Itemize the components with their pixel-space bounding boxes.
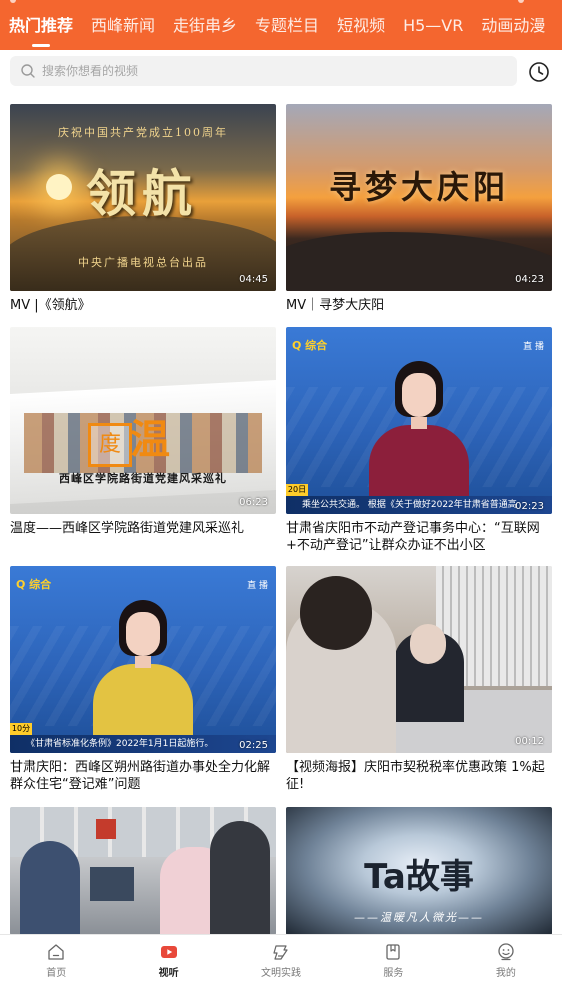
- video-thumbnail[interactable]: 寻梦大庆阳 04:23: [286, 104, 552, 291]
- thumbnail-top-text: 庆祝中国共产党成立100周年: [58, 126, 228, 139]
- nav-label: 文明实践: [261, 968, 302, 979]
- live-label: 直 播: [523, 342, 544, 352]
- thumbnail-stamp-text: 度: [88, 423, 132, 467]
- nav-label: 首页: [46, 968, 67, 979]
- thumbnail-title-text: 温: [130, 416, 170, 463]
- tab-hot[interactable]: 热门推荐: [0, 0, 82, 50]
- thumbnail-title-text: 寻梦大庆阳: [328, 168, 509, 206]
- search-input[interactable]: [42, 64, 482, 78]
- video-title[interactable]: 甘肃庆阳：西峰区朔州路街道办事处全力化解群众住宅“登记难”问题: [10, 759, 276, 795]
- nav-service[interactable]: 服务: [337, 935, 449, 984]
- video-duration: 00:12: [515, 736, 544, 747]
- channel-logo: Q 综合: [16, 578, 52, 591]
- video-card[interactable]: 度 温 西峰区学院路街道党建风采巡礼 06:23 温度——西峰区学院路街道党建风…: [10, 327, 276, 556]
- video-play-icon: [160, 946, 177, 958]
- video-card[interactable]: 寻梦大庆阳 04:23 MV｜寻梦大庆阳: [286, 104, 552, 333]
- monitor-shape: [90, 867, 134, 901]
- tab-special-columns[interactable]: 专题栏目: [246, 0, 328, 50]
- video-title[interactable]: 【视频海报】庆阳市契税税率优惠政策 1%起征!: [286, 759, 552, 795]
- video-title[interactable]: 甘肃省庆阳市不动产登记事务中心：“互联网+不动产登记”让群众办证不出小区: [286, 520, 552, 556]
- red-sign: [96, 819, 116, 839]
- home-icon: [48, 944, 64, 960]
- video-card[interactable]: [10, 807, 276, 935]
- mountain-shape: [286, 232, 552, 291]
- app-screen: 热门推荐 西峰新闻 走街串乡 专题栏目 短视频 H5—VR 动画动漫 搜索你想看…: [0, 0, 562, 984]
- video-thumbnail[interactable]: Ta故事 ——温暖凡人微光——: [286, 807, 552, 935]
- video-card[interactable]: Q 综合 直 播 10分 《甘肃省标准化条例》2022年1月1日起施行。 02:…: [10, 566, 276, 795]
- thumbnail-bottom-text: 中央广播电视总台出品: [78, 256, 208, 269]
- civilization-icon: [273, 945, 288, 960]
- nav-home[interactable]: 首页: [0, 935, 112, 984]
- nav-label: 服务: [383, 968, 404, 979]
- nav-profile[interactable]: 我的: [450, 935, 562, 984]
- tab-h5-vr[interactable]: H5—VR: [394, 0, 472, 50]
- news-ticker: 乘坐公共交通。 根据《关于做好2022年甘肃省普通高: [286, 496, 552, 514]
- top-tab-bar: 热门推荐 西峰新闻 走街串乡 专题栏目 短视频 H5—VR 动画动漫: [0, 0, 562, 50]
- video-thumbnail[interactable]: Q 综合 直 播 20日 乘坐公共交通。 根据《关于做好2022年甘肃省普通高 …: [286, 327, 552, 514]
- man-figure: [210, 821, 270, 935]
- thumbnail-subtitle-text: 西峰区学院路街道党建风采巡礼: [59, 472, 227, 485]
- time-tag: 10分: [10, 723, 32, 735]
- news-anchor: [369, 361, 469, 514]
- news-anchor: [93, 600, 193, 753]
- video-card[interactable]: Ta故事 ——温暖凡人微光——: [286, 807, 552, 935]
- clock-icon[interactable]: [528, 61, 550, 83]
- thumbnail-title-text: 领航: [86, 164, 198, 223]
- search-row: [0, 50, 562, 94]
- video-card[interactable]: Q 综合 直 播 20日 乘坐公共交通。 根据《关于做好2022年甘肃省普通高 …: [286, 327, 552, 556]
- profile-icon: [498, 943, 514, 961]
- live-label: 直 播: [247, 581, 268, 591]
- video-duration: 02:23: [515, 501, 544, 512]
- video-title[interactable]: 温度——西峰区学院路街道党建风采巡礼: [10, 520, 276, 556]
- video-duration: 02:25: [239, 740, 268, 751]
- nav-civilization-practice[interactable]: 文明实践: [225, 935, 337, 984]
- tab-xifeng-news[interactable]: 西峰新闻: [82, 0, 164, 50]
- video-thumbnail[interactable]: 庆祝中国共产党成立100周年 领航 中央广播电视总台出品 04:45: [10, 104, 276, 291]
- video-duration: 06:23: [239, 497, 268, 508]
- officer-head: [410, 624, 446, 664]
- video-thumbnail[interactable]: [10, 807, 276, 935]
- time-tag: 20日: [286, 484, 308, 496]
- video-duration: 04:45: [239, 274, 268, 285]
- anchor-face: [126, 612, 160, 656]
- channel-logo: Q 综合: [292, 339, 328, 352]
- category-tabs: 热门推荐 西峰新闻 走街串乡 专题栏目 短视频 H5—VR 动画动漫: [0, 0, 554, 50]
- tab-short-video[interactable]: 短视频: [328, 0, 394, 50]
- video-thumbnail[interactable]: Q 综合 直 播 10分 《甘肃省标准化条例》2022年1月1日起施行。 02:…: [10, 566, 276, 753]
- nav-label: 视听: [158, 968, 179, 979]
- officer-figure: [20, 841, 80, 935]
- sun-shape: [46, 174, 72, 200]
- anchor-face: [402, 373, 436, 417]
- video-duration: 04:23: [515, 274, 544, 285]
- search-icon: [21, 64, 35, 78]
- video-thumbnail[interactable]: 00:12: [286, 566, 552, 753]
- video-thumbnail[interactable]: 度 温 西峰区学院路街道党建风采巡礼 06:23: [10, 327, 276, 514]
- tab-street-village[interactable]: 走街串乡: [164, 0, 246, 50]
- video-card[interactable]: 庆祝中国共产党成立100周年 领航 中央广播电视总台出品 04:45 MV |《…: [10, 104, 276, 333]
- video-card[interactable]: 00:12 【视频海报】庆阳市契税税率优惠政策 1%起征!: [286, 566, 552, 795]
- bottom-navigation: 首页 视听 文明实践 服务 我的: [0, 934, 562, 984]
- search-box[interactable]: [10, 56, 517, 86]
- thumbnail-subtitle-text: ——温暖凡人微光——: [354, 911, 484, 924]
- thumbnail-title-text: Ta故事: [364, 857, 474, 897]
- nav-video[interactable]: 视听: [112, 935, 224, 984]
- woman-hair: [300, 576, 372, 650]
- tab-animation[interactable]: 动画动漫: [472, 0, 554, 50]
- service-icon: [386, 944, 401, 960]
- nav-label: 我的: [495, 968, 516, 979]
- news-ticker: 《甘肃省标准化条例》2022年1月1日起施行。: [10, 735, 276, 753]
